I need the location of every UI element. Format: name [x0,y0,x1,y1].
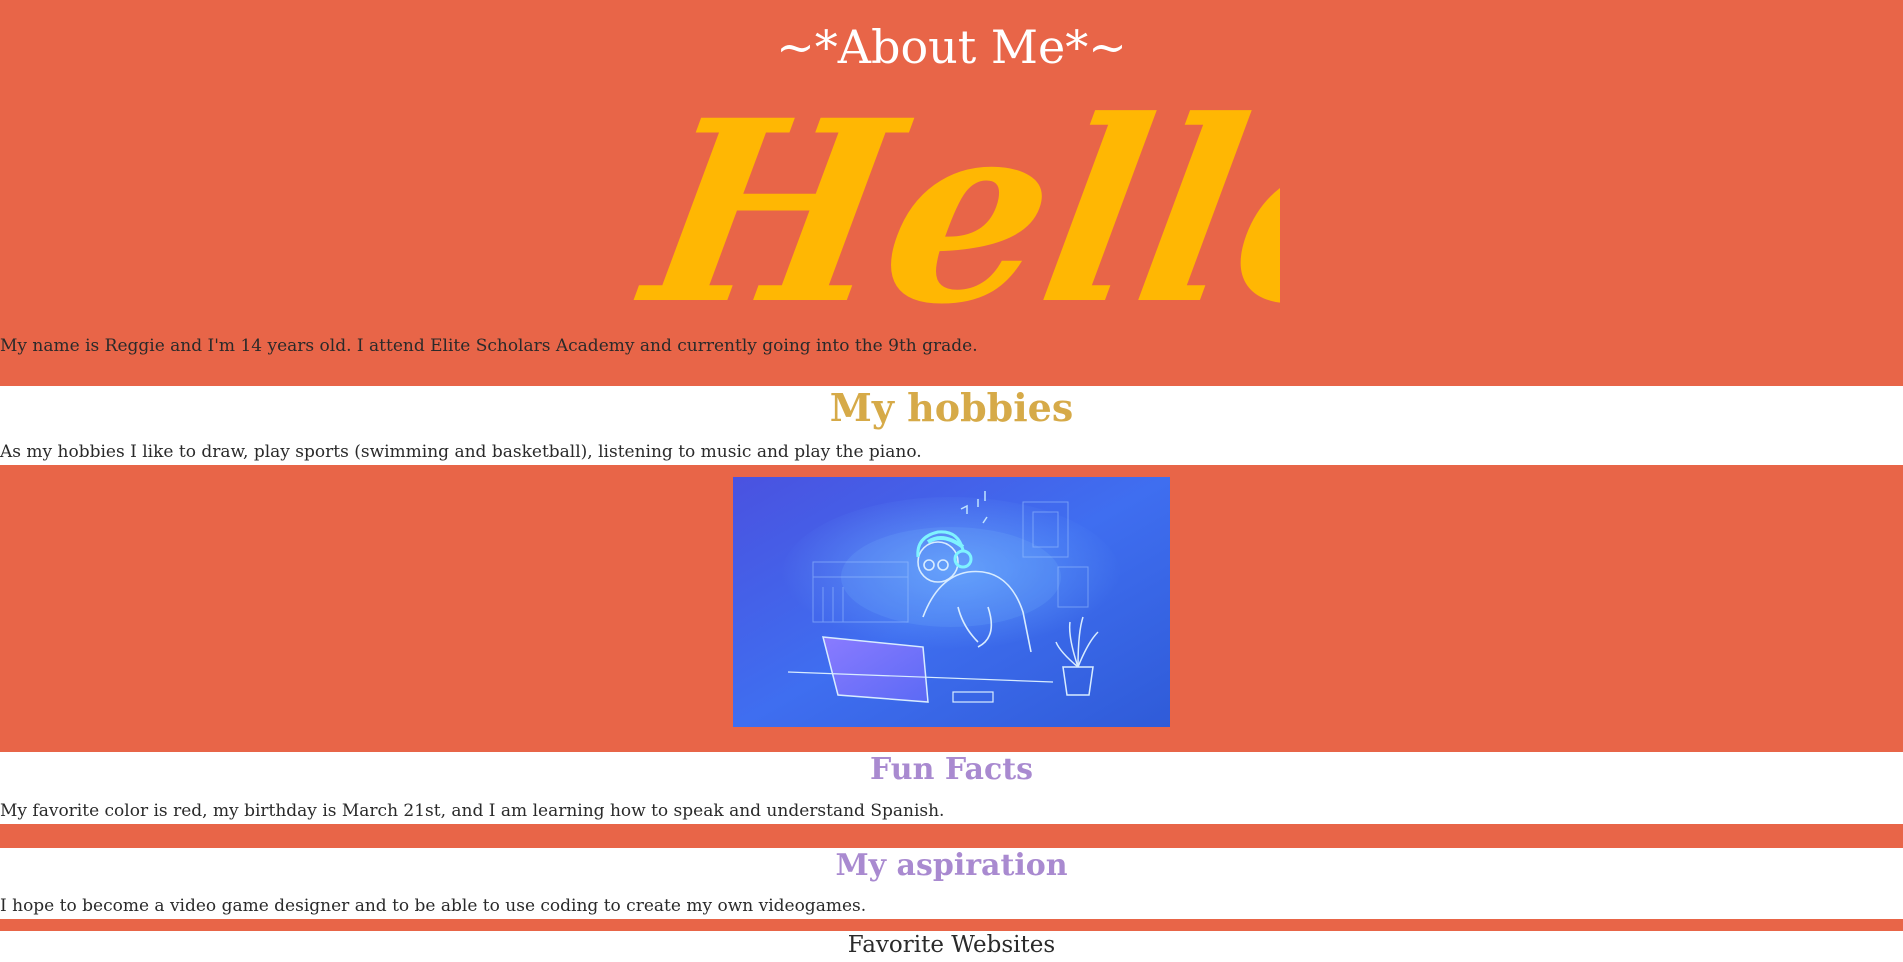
aspiration-section: My aspiration I hope to become a video g… [0,848,1903,919]
hobbies-heading: My hobbies [829,385,1074,430]
fun-facts-text: My favorite color is red, my birthday is… [0,801,945,821]
hobby-image-section [0,465,1903,752]
fun-facts-section: Fun Facts My favorite color is red, my b… [0,752,1903,824]
hello-graphic: Hello [623,66,1433,360]
aspiration-text: I hope to become a video game designer a… [0,896,867,916]
fun-facts-heading: Fun Facts [870,752,1033,787]
websites-heading: Favorite Websites [847,932,1056,958]
section-divider [0,824,1903,848]
header-section: ~*About Me*~ Hello My name is Reggie and… [0,0,1903,386]
page: ~*About Me*~ Hello My name is Reggie and… [0,0,1903,962]
hobbies-text: As my hobbies I like to draw, play sport… [0,442,922,462]
page-title: ~*About Me*~ [776,20,1127,74]
section-divider [0,919,1903,931]
hobbies-section: My hobbies As my hobbies I like to draw,… [0,386,1903,465]
websites-section: Favorite Websites [0,931,1903,962]
intro-text: My name is Reggie and I'm 14 years old. … [0,336,978,356]
aspiration-heading: My aspiration [835,848,1068,883]
music-listener-illustration [733,477,1170,727]
hello-text: Hello [630,70,1280,340]
